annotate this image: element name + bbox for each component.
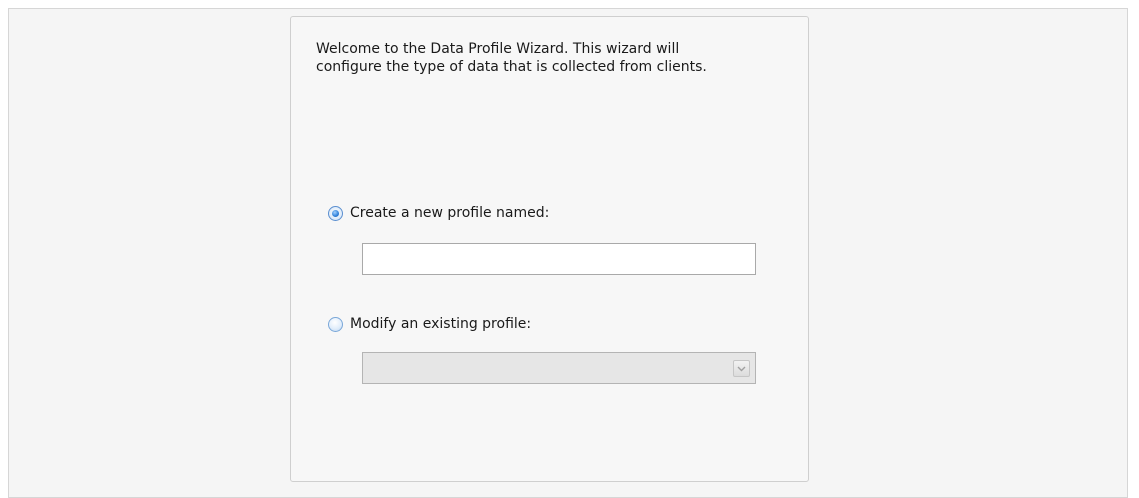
create-new-profile-option[interactable]: Create a new profile named: (328, 205, 549, 221)
radio-selected-icon[interactable] (328, 205, 343, 221)
modify-existing-profile-label: Modify an existing profile: (350, 316, 532, 332)
existing-profile-select[interactable] (362, 352, 756, 384)
create-new-profile-label: Create a new profile named: (350, 205, 550, 221)
dropdown-button[interactable] (733, 360, 750, 377)
modify-existing-profile-option[interactable]: Modify an existing profile: (328, 316, 531, 332)
radio-unselected-icon[interactable] (328, 316, 343, 332)
wizard-intro-text: Welcome to the Data Profile Wizard. This… (316, 41, 707, 75)
chevron-down-icon (737, 366, 746, 371)
new-profile-name-input[interactable] (362, 243, 756, 275)
